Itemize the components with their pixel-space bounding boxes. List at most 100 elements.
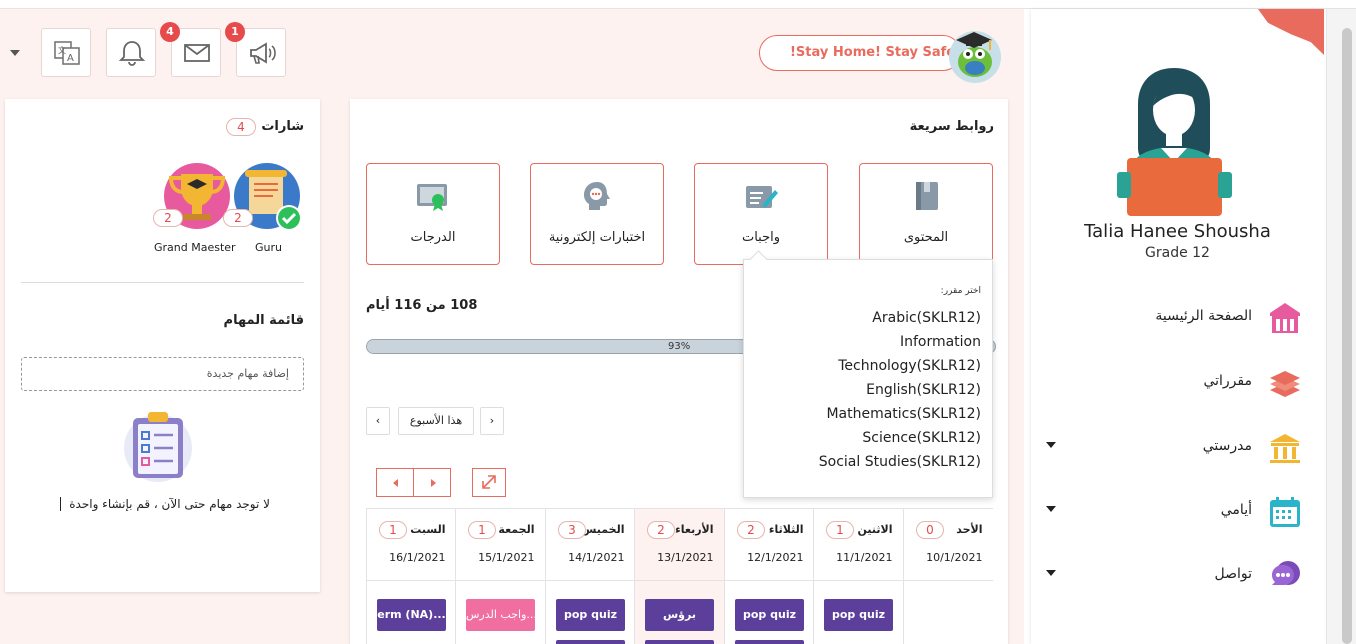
divider xyxy=(546,580,635,581)
chevron-down-icon[interactable] xyxy=(10,50,20,56)
calendar-event[interactable]: erm (NA)... xyxy=(377,599,446,631)
badge-name-grand-maester: Grand Maester xyxy=(154,241,236,254)
day-date: 15/1/2021 xyxy=(478,551,535,564)
day-date: 12/1/2021 xyxy=(747,551,804,564)
quick-links-title: روابط سريعة xyxy=(909,119,994,134)
nav-item-my-school[interactable]: مدرستي xyxy=(1040,428,1310,468)
svg-text:文: 文 xyxy=(58,45,66,55)
announcement-count-badge: 1 xyxy=(225,22,245,42)
quick-link-content-label: المحتوى xyxy=(903,230,949,245)
new-task-input[interactable]: إضافة مهام جديدة xyxy=(21,357,304,391)
book-icon xyxy=(916,182,938,210)
expand-calendar-button[interactable] xyxy=(472,468,506,497)
calendar-event[interactable]: واجب الدرس... xyxy=(466,599,535,631)
course-option[interactable]: Arabic(SKLR12) xyxy=(872,310,981,326)
notifications-button[interactable] xyxy=(106,28,156,77)
day-count-badge: 1 xyxy=(379,521,407,539)
language-icon: A文 xyxy=(54,41,80,65)
divider xyxy=(814,580,903,581)
prev-week-button[interactable]: ‹ xyxy=(366,407,390,435)
week-calendar: الأحد 0 10/1/2021 الاثنين 1 11/1/2021 po… xyxy=(366,508,993,644)
progress-percent: 93% xyxy=(668,341,691,352)
calendar-prev-button[interactable] xyxy=(376,468,414,497)
calendar-event-more[interactable] xyxy=(735,640,804,644)
course-option[interactable]: English(SKLR12) xyxy=(866,382,981,398)
nav-item-contact[interactable]: تواصل xyxy=(1040,556,1310,596)
scrollbar-thumb[interactable] xyxy=(1342,28,1352,644)
megaphone-icon xyxy=(250,42,276,64)
chevron-down-icon[interactable] xyxy=(1046,570,1056,576)
course-option[interactable]: Information xyxy=(900,334,981,350)
course-option[interactable]: Mathematics(SKLR12) xyxy=(826,406,981,422)
student-grade: Grade 12 xyxy=(1145,245,1210,261)
day-name: الأربعاء xyxy=(675,523,714,536)
quick-link-homework[interactable]: واجبات xyxy=(694,163,828,265)
day-column-wednesday: الأربعاء 2 13/1/2021 برؤس xyxy=(634,509,724,644)
course-option[interactable]: Technology(SKLR12) xyxy=(838,358,981,374)
nav-label-my-school: مدرستي xyxy=(1202,438,1252,454)
next-week-button[interactable]: › xyxy=(480,407,504,435)
day-count-badge: 1 xyxy=(468,521,496,539)
chat-bubbles-icon xyxy=(1272,561,1300,585)
mail-icon xyxy=(184,44,210,62)
quick-link-e-exams[interactable]: اختبارات إلكترونية xyxy=(530,163,664,265)
language-button[interactable]: A文 xyxy=(41,28,91,77)
caret-left-icon xyxy=(393,479,398,487)
day-date: 16/1/2021 xyxy=(389,551,446,564)
course-option[interactable]: Science(SKLR12) xyxy=(862,430,981,446)
day-count-badge: 0 xyxy=(916,521,944,539)
chevron-down-icon[interactable] xyxy=(1046,442,1056,448)
frog-mascot-icon xyxy=(949,31,1001,83)
quick-link-content[interactable]: المحتوى xyxy=(859,163,993,265)
this-week-button[interactable]: هذا الأسبوع xyxy=(398,407,474,435)
badge-name-guru: Guru xyxy=(255,241,282,254)
day-name: الخميس xyxy=(581,523,625,536)
divider xyxy=(21,282,304,283)
day-column-friday: الجمعة 1 15/1/2021 واجب الدرس... xyxy=(455,509,545,644)
day-date: 11/1/2021 xyxy=(836,551,893,564)
day-column-sunday: الأحد 0 10/1/2021 xyxy=(903,509,993,644)
day-column-thursday: الخميس 3 14/1/2021 pop quiz xyxy=(545,509,635,644)
certificate-icon xyxy=(417,184,447,211)
day-date: 14/1/2021 xyxy=(568,551,625,564)
calendar-event-more[interactable] xyxy=(556,640,625,644)
calendar-event[interactable]: pop quiz xyxy=(556,599,625,631)
day-count-badge: 1 xyxy=(826,521,854,539)
nav-item-my-courses[interactable]: مقرراتي xyxy=(1040,363,1310,403)
quick-link-grades[interactable]: الدرجات xyxy=(366,163,500,265)
badges-tasks-card: شارات 4 2 2 Guru Grand Maester قائمة الم… xyxy=(5,99,320,592)
nav-label-home: الصفحة الرئيسية xyxy=(1155,308,1252,324)
divider xyxy=(456,580,545,581)
calendar-event[interactable]: pop quiz xyxy=(824,599,893,631)
divider xyxy=(367,580,456,581)
browser-top-edge xyxy=(0,0,1356,9)
stay-home-banner[interactable]: !Stay Home! Stay Safe xyxy=(759,35,961,71)
day-date: 10/1/2021 xyxy=(926,551,983,564)
course-select-popup: اختر مقرر: Arabic(SKLR12) Information Te… xyxy=(743,259,993,498)
day-count-badge: 2 xyxy=(647,521,675,539)
day-date: 13/1/2021 xyxy=(657,551,714,564)
day-name: الأحد xyxy=(956,523,983,536)
nav-item-home[interactable]: الصفحة الرئيسية xyxy=(1040,298,1310,338)
day-column-monday: الاثنين 1 11/1/2021 pop quiz xyxy=(813,509,903,644)
nav-item-my-days[interactable]: أيامي xyxy=(1040,492,1310,532)
calendar-event[interactable]: برؤس xyxy=(645,599,714,631)
quick-link-grades-label: الدرجات xyxy=(410,230,456,245)
caret-right-icon xyxy=(431,479,436,487)
day-name: الجمعة xyxy=(498,523,535,536)
day-count-badge: 2 xyxy=(737,521,765,539)
day-column-saturday: السبت 1 16/1/2021 erm (NA)... xyxy=(366,509,456,644)
calendar-event-more[interactable] xyxy=(645,640,714,644)
day-count-badge: 3 xyxy=(558,521,586,539)
nav-label-my-courses: مقرراتي xyxy=(1203,373,1252,389)
calendar-next-button[interactable] xyxy=(413,468,451,497)
day-column-tuesday: الثلاثاء 2 12/1/2021 pop quiz xyxy=(724,509,814,644)
badge-count-guru: 2 xyxy=(223,209,253,227)
calendar-event[interactable]: pop quiz xyxy=(735,599,804,631)
course-option[interactable]: Social Studies(SKLR12) xyxy=(819,454,981,470)
bell-icon xyxy=(118,41,146,66)
day-name: الاثنين xyxy=(857,523,893,536)
nav-label-contact: تواصل xyxy=(1214,566,1252,582)
empty-tasks-message: لا توجد مهام حتى الآن ، قم بإنشاء واحدة xyxy=(60,497,270,511)
chevron-down-icon[interactable] xyxy=(1046,506,1056,512)
